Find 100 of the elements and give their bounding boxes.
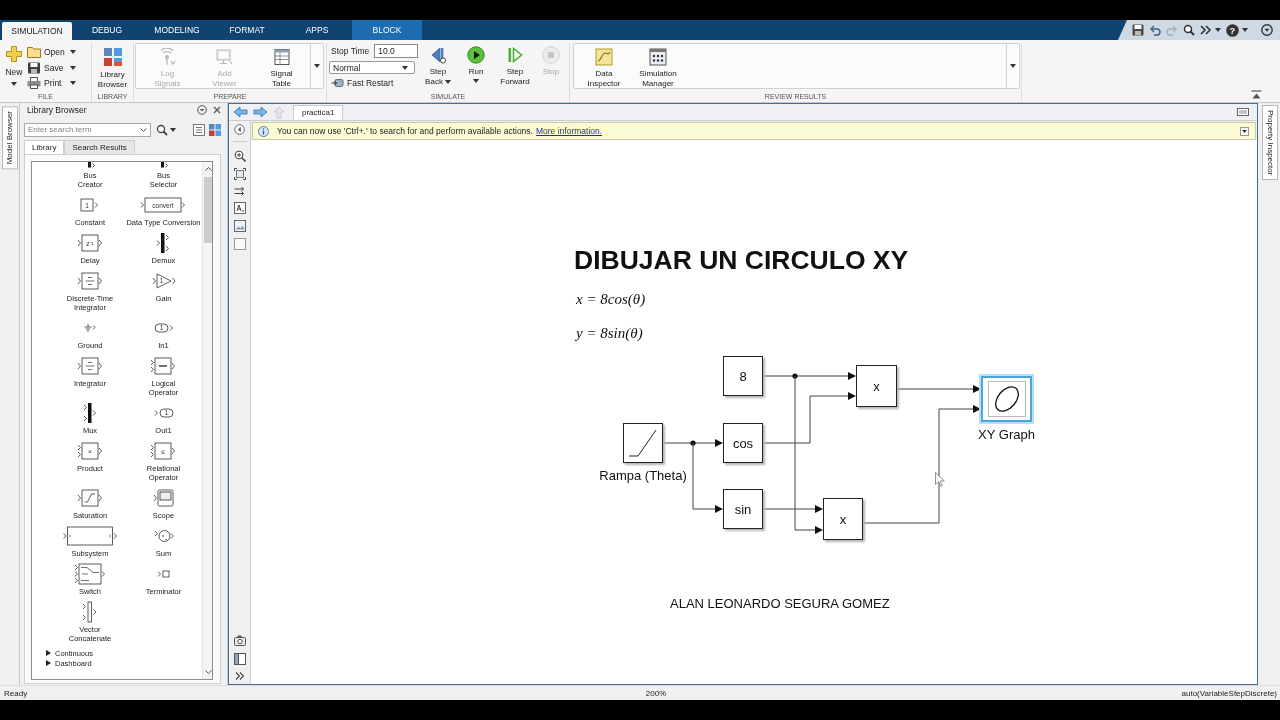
plus-icon — [5, 45, 23, 63]
panel-toggle-icon[interactable] — [1237, 108, 1249, 116]
simulation-manager-button[interactable]: Simulation Manager — [632, 44, 684, 88]
undo-icon[interactable] — [1149, 24, 1161, 36]
fast-restart-button[interactable]: Fast Restart — [331, 78, 394, 88]
caret-icon — [402, 65, 408, 70]
step-back-button[interactable]: Step Back — [419, 43, 457, 91]
scroll-down-icon[interactable] — [204, 670, 212, 675]
zoom-in-icon[interactable] — [233, 150, 246, 162]
ribbon-tab[interactable]: APPS — [282, 20, 352, 40]
ribbon-tab[interactable]: SIMULATION — [2, 22, 72, 40]
caret-icon[interactable] — [1242, 28, 1248, 32]
window-grid-icon — [649, 48, 667, 66]
printer-icon — [27, 77, 41, 90]
back-arrow-icon[interactable] — [233, 106, 248, 118]
caret-icon — [70, 49, 76, 54]
double-arrow-right-icon[interactable] — [233, 186, 246, 196]
fit-to-view-icon[interactable] — [233, 168, 246, 180]
block-grid-icon — [102, 47, 123, 67]
library-tab[interactable]: Search Results — [64, 140, 135, 154]
collapse-icon[interactable] — [1251, 90, 1262, 99]
caret-icon[interactable] — [1215, 28, 1221, 32]
subsystem-icon — [63, 526, 117, 546]
gallery-expand-button[interactable] — [310, 44, 323, 88]
library-tab[interactable]: Library — [24, 140, 65, 154]
text-box-icon[interactable] — [233, 202, 246, 214]
scroll-thumb[interactable] — [204, 177, 212, 243]
author-name: ALAN LEONARDO SEGURA GOMEZ — [670, 596, 890, 611]
run-button[interactable]: Run — [457, 43, 495, 91]
block-label: XY Graph — [978, 427, 1035, 442]
switch-icon — [74, 563, 106, 585]
close-icon[interactable] — [213, 106, 221, 114]
caret-icon — [70, 81, 76, 86]
zoom-level: 200% — [645, 688, 667, 698]
open-button[interactable]: Open — [27, 44, 76, 60]
grid-view-icon[interactable] — [209, 123, 221, 136]
ground-icon — [83, 324, 97, 332]
caret-icon — [170, 127, 176, 132]
square-icon[interactable] — [233, 238, 246, 250]
demux-bar-icon — [156, 233, 171, 253]
stop-time-label: Stop Time — [331, 45, 370, 56]
scope-icon — [152, 489, 175, 507]
double-chevron-icon[interactable] — [1200, 24, 1212, 36]
help-icon[interactable]: ? — [1226, 23, 1239, 37]
save-button[interactable]: Save — [27, 59, 76, 76]
panel-title: Library Browser — [27, 105, 87, 115]
property-inspector-tab[interactable]: Property Inspector — [1262, 105, 1278, 181]
panel-icon[interactable] — [233, 653, 246, 665]
save-icon[interactable] — [1132, 24, 1144, 36]
model-browser-tab[interactable]: Model Browser — [2, 106, 18, 170]
step-back-icon — [429, 46, 447, 64]
notification-text: You can now use 'Ctrl+.' to search for and perform available actions. — [277, 126, 533, 136]
concatenate-icon — [82, 601, 98, 623]
equation: x = 8cos(θ) — [576, 290, 646, 308]
simulation-mode-dropdown[interactable]: Normal — [329, 61, 415, 74]
ribbon-tab[interactable]: FORMAT — [212, 20, 282, 40]
caret-icon — [1010, 64, 1016, 68]
forward-arrow-icon[interactable] — [253, 106, 268, 118]
caret-icon — [473, 79, 479, 83]
step-forward-icon — [506, 46, 524, 64]
search-icon[interactable] — [1183, 24, 1195, 36]
caret-icon — [314, 64, 320, 68]
ribbon-tab[interactable]: DEBUG — [72, 20, 142, 40]
product-block: x — [856, 365, 897, 407]
monitor-icon — [215, 48, 234, 66]
new-button[interactable]: New — [3, 43, 25, 91]
constant-block: 8 — [723, 356, 763, 396]
image-icon[interactable] — [233, 220, 246, 232]
stop-icon — [542, 46, 560, 64]
caret-icon[interactable] — [140, 127, 147, 132]
stop-time-field[interactable]: 10.0 — [374, 43, 419, 58]
antenna-icon — [158, 48, 177, 66]
scrollbar[interactable] — [202, 162, 212, 679]
signal-table-button[interactable]: Signal Table — [254, 44, 309, 88]
library-browser-button[interactable]: Library Browser — [92, 43, 133, 91]
ribbon-tab[interactable]: MODELING — [142, 20, 212, 40]
model-tab[interactable]: practica1 — [293, 105, 344, 120]
terminator-icon — [156, 569, 171, 579]
circle-caret-icon[interactable] — [197, 105, 207, 115]
double-chevron-icon[interactable] — [234, 672, 245, 680]
caret-icon[interactable] — [1240, 126, 1249, 136]
caret-icon — [70, 65, 76, 70]
step-forward-button[interactable]: Step Forward — [495, 43, 535, 91]
mux-bar-icon — [83, 403, 97, 423]
line-plot-icon — [595, 48, 613, 66]
cursor-icon — [935, 472, 945, 487]
menu-circle-icon[interactable] — [1261, 24, 1273, 36]
saturation-icon — [77, 489, 103, 507]
scroll-up-icon[interactable] — [204, 166, 212, 171]
sum-icon — [153, 528, 174, 544]
run-icon — [467, 46, 485, 64]
more-information-link[interactable]: More information. — [535, 126, 603, 136]
camera-icon[interactable] — [233, 635, 246, 646]
data-inspector-button[interactable]: Data Inspector — [578, 44, 630, 88]
list-view-icon[interactable] — [193, 123, 205, 136]
print-button[interactable]: Print — [27, 75, 76, 91]
gallery-expand-button[interactable] — [1006, 44, 1019, 88]
search-field[interactable]: Enter search term — [24, 122, 151, 137]
caret-icon — [11, 82, 17, 86]
ribbon-tab[interactable]: BLOCK — [352, 20, 422, 40]
